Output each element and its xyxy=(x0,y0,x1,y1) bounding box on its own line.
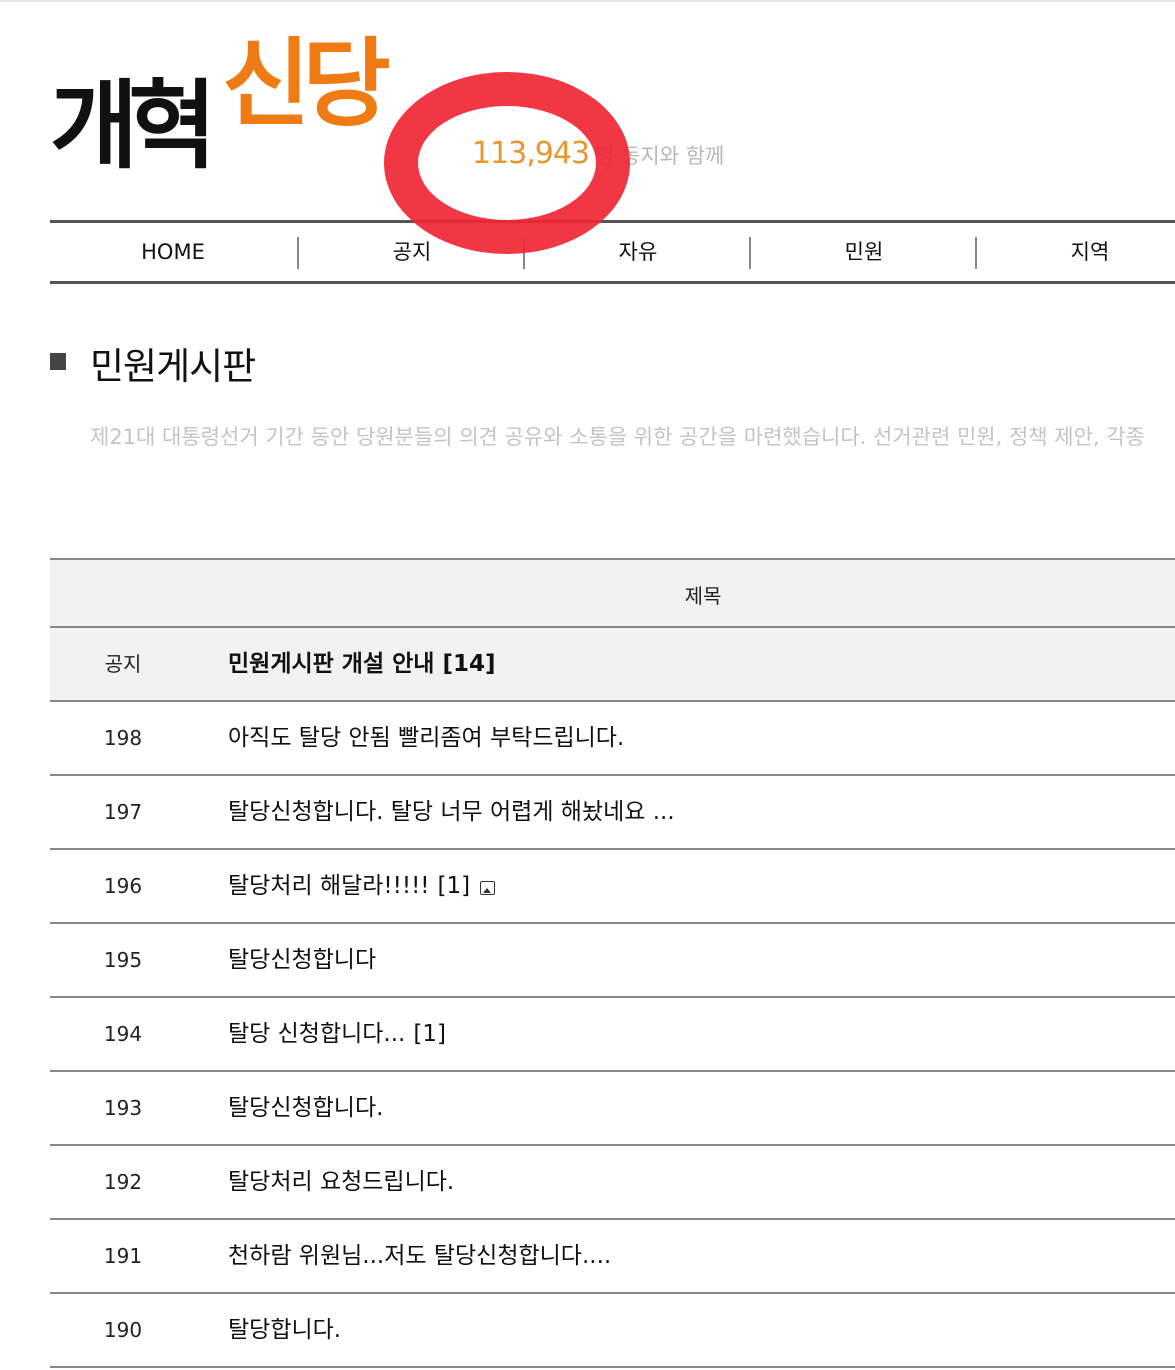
post-title: 탈당신청합니다. xyxy=(228,1095,384,1121)
post-number: 195 xyxy=(103,948,143,972)
table-row[interactable]: 195 탈당신청합니다 xyxy=(50,924,1175,998)
nav-notice[interactable]: 공지 xyxy=(299,223,525,281)
table-row[interactable]: 191 천하람 위원님...저도 탈당신청합니다.... xyxy=(50,1220,1175,1294)
column-title: 제목 xyxy=(684,584,722,608)
post-table: 제목 공지 민원게시판 개설 안내 [14] 198 아직도 탈당 안됨 빨리좀여 부탁… xyxy=(50,558,1175,1368)
post-title: 탈당 신청합니다... xyxy=(228,1021,406,1047)
post-title-link[interactable]: 탈당합니다. xyxy=(228,1294,341,1366)
notice-row[interactable]: 공지 민원게시판 개설 안내 [14] xyxy=(50,628,1175,702)
logo-text-orange: 신당 xyxy=(222,28,391,140)
post-number: 190 xyxy=(103,1318,143,1342)
post-title: 탈당처리 해달라!!!!! xyxy=(228,873,430,899)
comment-count: [1] xyxy=(437,873,471,899)
post-title-link[interactable]: 탈당신청합니다. xyxy=(228,1072,383,1144)
table-row[interactable]: 198 아직도 탈당 안됨 빨리좀여 부탁드립니다. xyxy=(50,702,1175,776)
board-description: 제21대 대통령선거 기간 동안 당원분들의 의견 공유와 소통을 위한 공간을… xyxy=(90,425,1145,449)
post-title-link[interactable]: 천하람 위원님...저도 탈당신청합니다.... xyxy=(228,1220,611,1292)
table-header: 제목 xyxy=(50,558,1175,628)
table-row[interactable]: 196 탈당처리 해달라!!!!! [1] xyxy=(50,850,1175,924)
post-number: 198 xyxy=(103,726,143,750)
post-title-link[interactable]: 민원게시판 개설 안내 [14] xyxy=(228,628,496,700)
main-nav: HOME 공지 자유 민원 지역 xyxy=(50,220,1175,284)
post-title: 아직도 탈당 안됨 빨리좀여 부탁드립니다. xyxy=(228,725,625,751)
post-title-link[interactable]: 탈당신청합니다 xyxy=(228,924,376,996)
image-attachment-icon xyxy=(480,881,496,895)
comment-count: [14] xyxy=(442,651,496,677)
member-suffix: 명 동지와 함께 xyxy=(595,144,725,168)
nav-free[interactable]: 자유 xyxy=(525,223,751,281)
post-title-link[interactable]: 탈당 신청합니다... [1] xyxy=(228,998,446,1070)
nav-home[interactable]: HOME xyxy=(60,223,286,281)
post-title: 탈당신청합니다 xyxy=(228,947,377,973)
post-number: 191 xyxy=(103,1244,143,1268)
post-number: 193 xyxy=(103,1096,143,1120)
table-row[interactable]: 190 탈당합니다. xyxy=(50,1294,1175,1368)
logo-text-black: 개혁 xyxy=(50,70,217,182)
table-row[interactable]: 193 탈당신청합니다. xyxy=(50,1072,1175,1146)
page-title: 민원게시판 xyxy=(90,345,256,388)
table-row[interactable]: 194 탈당 신청합니다... [1] xyxy=(50,998,1175,1072)
table-row[interactable]: 192 탈당처리 요청드립니다. xyxy=(50,1146,1175,1220)
post-title: 민원게시판 개설 안내 xyxy=(228,651,435,677)
member-counter: 113,943 명 동지와 함께 xyxy=(472,136,724,171)
post-number: 공지 xyxy=(104,652,142,676)
post-number: 196 xyxy=(103,874,143,898)
nav-petition[interactable]: 민원 xyxy=(751,223,977,281)
post-number: 194 xyxy=(103,1022,143,1046)
nav-region[interactable]: 지역 xyxy=(977,223,1175,281)
post-number: 192 xyxy=(103,1170,143,1194)
post-title-link[interactable]: 탈당처리 요청드립니다. xyxy=(228,1146,454,1218)
post-title: 탈당합니다. xyxy=(228,1317,342,1343)
table-row[interactable]: 197 탈당신청합니다. 탈당 너무 어렵게 해놨네요 ... xyxy=(50,776,1175,850)
comment-count: [1] xyxy=(413,1021,446,1047)
post-title: 탈당처리 요청드립니다. xyxy=(228,1169,455,1195)
post-title-link[interactable]: 탈당처리 해달라!!!!! [1] xyxy=(228,850,496,922)
logo[interactable]: 개혁 신당 xyxy=(50,36,420,186)
post-title-link[interactable]: 탈당신청합니다. 탈당 너무 어렵게 해놨네요 ... xyxy=(228,776,675,848)
title-bullet-icon xyxy=(50,353,66,370)
post-number: 197 xyxy=(103,800,143,824)
top-border xyxy=(0,0,1175,2)
post-title: 탈당신청합니다. 탈당 너무 어렵게 해놨네요 ... xyxy=(228,799,675,825)
member-count: 113,943 xyxy=(472,136,590,171)
post-title-link[interactable]: 아직도 탈당 안됨 빨리좀여 부탁드립니다. xyxy=(228,702,624,774)
post-title: 천하람 위원님...저도 탈당신청합니다.... xyxy=(228,1243,612,1269)
